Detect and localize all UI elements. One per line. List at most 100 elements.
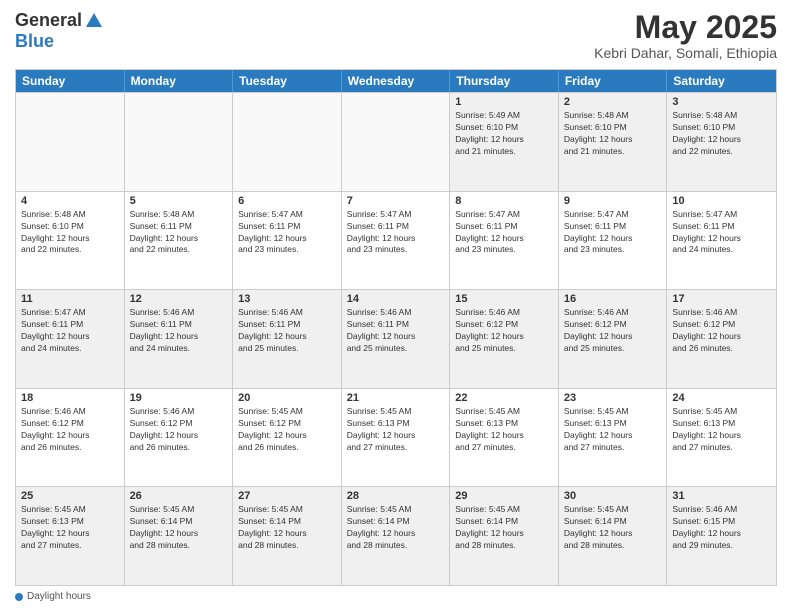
- day-number: 6: [238, 195, 336, 207]
- header-cell-wednesday: Wednesday: [342, 70, 451, 92]
- day-number: 11: [21, 293, 119, 305]
- logo-general: General: [15, 10, 82, 31]
- day-info: Sunrise: 5:46 AM Sunset: 6:12 PM Dayligh…: [672, 307, 771, 355]
- calendar-row-4: 18Sunrise: 5:46 AM Sunset: 6:12 PM Dayli…: [16, 388, 776, 487]
- day-number: 20: [238, 392, 336, 404]
- calendar-header-row: SundayMondayTuesdayWednesdayThursdayFrid…: [16, 70, 776, 92]
- day-info: Sunrise: 5:46 AM Sunset: 6:12 PM Dayligh…: [455, 307, 553, 355]
- day-info: Sunrise: 5:45 AM Sunset: 6:14 PM Dayligh…: [347, 504, 445, 552]
- day-number: 2: [564, 96, 662, 108]
- logo: General Blue: [15, 10, 104, 52]
- calendar-cell: 8 Sunrise: 5:47 AM Sunset: 6:11 PM Daylig…: [450, 192, 559, 290]
- calendar-cell: 30 Sunrise: 5:45 AM Sunset: 6:14 PM Dayli…: [559, 487, 668, 585]
- subtitle: Kebri Dahar, Somali, Ethiopia: [594, 45, 777, 61]
- day-info: Sunrise: 5:45 AM Sunset: 6:14 PM Dayligh…: [130, 504, 228, 552]
- day-info: Sunrise: 5:45 AM Sunset: 6:13 PM Dayligh…: [564, 406, 662, 454]
- calendar-cell: 19Sunrise: 5:46 AM Sunset: 6:12 PM Dayli…: [125, 389, 234, 487]
- day-number: 14: [347, 293, 445, 305]
- day-info: Sunrise: 5:47 AM Sunset: 6:11 PM Dayligh…: [347, 209, 445, 257]
- header: General Blue May 2025 Kebri Dahar, Somal…: [15, 10, 777, 61]
- calendar-cell: 3 Sunrise: 5:48 AM Sunset: 6:10 PM Daylig…: [667, 93, 776, 191]
- footer: Daylight hours: [15, 591, 777, 602]
- day-number: 10: [672, 195, 771, 207]
- footer-label: Daylight hours: [27, 591, 91, 602]
- calendar-row-5: 25Sunrise: 5:45 AM Sunset: 6:13 PM Dayli…: [16, 486, 776, 585]
- calendar-cell: 26 Sunrise: 5:45 AM Sunset: 6:14 PM Dayli…: [125, 487, 234, 585]
- header-cell-thursday: Thursday: [450, 70, 559, 92]
- day-number: 30: [564, 490, 662, 502]
- day-info: Sunrise: 5:46 AM Sunset: 6:11 PM Dayligh…: [347, 307, 445, 355]
- calendar-cell: 25Sunrise: 5:45 AM Sunset: 6:13 PM Dayli…: [16, 487, 125, 585]
- day-number: 1: [455, 96, 553, 108]
- calendar-cell: 2 Sunrise: 5:48 AM Sunset: 6:10 PM Daylig…: [559, 93, 668, 191]
- day-info: Sunrise: 5:47 AM Sunset: 6:11 PM Dayligh…: [238, 209, 336, 257]
- day-info: Sunrise: 5:46 AM Sunset: 6:12 PM Dayligh…: [564, 307, 662, 355]
- day-info: Sunrise: 5:46 AM Sunset: 6:12 PM Dayligh…: [21, 406, 119, 454]
- header-cell-tuesday: Tuesday: [233, 70, 342, 92]
- calendar-row-1: 1 Sunrise: 5:49 AM Sunset: 6:10 PM Daylig…: [16, 92, 776, 191]
- header-cell-monday: Monday: [125, 70, 234, 92]
- month-title: May 2025: [594, 10, 777, 45]
- day-number: 13: [238, 293, 336, 305]
- logo-blue: Blue: [15, 31, 54, 52]
- calendar-cell: 22 Sunrise: 5:45 AM Sunset: 6:13 PM Dayli…: [450, 389, 559, 487]
- day-number: 23: [564, 392, 662, 404]
- day-info: Sunrise: 5:46 AM Sunset: 6:11 PM Dayligh…: [238, 307, 336, 355]
- day-number: 9: [564, 195, 662, 207]
- day-info: Sunrise: 5:49 AM Sunset: 6:10 PM Dayligh…: [455, 110, 553, 158]
- calendar-cell: 7 Sunrise: 5:47 AM Sunset: 6:11 PM Daylig…: [342, 192, 451, 290]
- day-number: 25: [21, 490, 119, 502]
- day-info: Sunrise: 5:48 AM Sunset: 6:10 PM Dayligh…: [21, 209, 119, 257]
- calendar-row-2: 4 Sunrise: 5:48 AM Sunset: 6:10 PM Daylig…: [16, 191, 776, 290]
- calendar-cell: 1 Sunrise: 5:49 AM Sunset: 6:10 PM Daylig…: [450, 93, 559, 191]
- day-number: 19: [130, 392, 228, 404]
- day-number: 4: [21, 195, 119, 207]
- calendar-cell: [233, 93, 342, 191]
- day-info: Sunrise: 5:48 AM Sunset: 6:11 PM Dayligh…: [130, 209, 228, 257]
- calendar-cell: 10Sunrise: 5:47 AM Sunset: 6:11 PM Dayli…: [667, 192, 776, 290]
- calendar-cell: [16, 93, 125, 191]
- calendar-cell: 9 Sunrise: 5:47 AM Sunset: 6:11 PM Daylig…: [559, 192, 668, 290]
- day-number: 12: [130, 293, 228, 305]
- day-number: 26: [130, 490, 228, 502]
- day-number: 5: [130, 195, 228, 207]
- day-info: Sunrise: 5:46 AM Sunset: 6:15 PM Dayligh…: [672, 504, 771, 552]
- day-info: Sunrise: 5:45 AM Sunset: 6:13 PM Dayligh…: [455, 406, 553, 454]
- day-info: Sunrise: 5:47 AM Sunset: 6:11 PM Dayligh…: [564, 209, 662, 257]
- calendar-cell: 14 Sunrise: 5:46 AM Sunset: 6:11 PM Dayli…: [342, 290, 451, 388]
- day-number: 27: [238, 490, 336, 502]
- day-number: 22: [455, 392, 553, 404]
- page: General Blue May 2025 Kebri Dahar, Somal…: [0, 0, 792, 612]
- day-number: 17: [672, 293, 771, 305]
- calendar-cell: 29Sunrise: 5:45 AM Sunset: 6:14 PM Dayli…: [450, 487, 559, 585]
- calendar-cell: 12 Sunrise: 5:46 AM Sunset: 6:11 PM Dayli…: [125, 290, 234, 388]
- day-info: Sunrise: 5:45 AM Sunset: 6:13 PM Dayligh…: [672, 406, 771, 454]
- day-info: Sunrise: 5:45 AM Sunset: 6:14 PM Dayligh…: [455, 504, 553, 552]
- calendar-cell: 4 Sunrise: 5:48 AM Sunset: 6:10 PM Daylig…: [16, 192, 125, 290]
- day-info: Sunrise: 5:45 AM Sunset: 6:14 PM Dayligh…: [564, 504, 662, 552]
- calendar-cell: 27Sunrise: 5:45 AM Sunset: 6:14 PM Dayli…: [233, 487, 342, 585]
- header-cell-sunday: Sunday: [16, 70, 125, 92]
- day-number: 8: [455, 195, 553, 207]
- day-info: Sunrise: 5:46 AM Sunset: 6:11 PM Dayligh…: [130, 307, 228, 355]
- header-cell-saturday: Saturday: [667, 70, 776, 92]
- calendar-cell: 20Sunrise: 5:45 AM Sunset: 6:12 PM Dayli…: [233, 389, 342, 487]
- calendar-cell: 6 Sunrise: 5:47 AM Sunset: 6:11 PM Daylig…: [233, 192, 342, 290]
- day-number: 24: [672, 392, 771, 404]
- day-number: 28: [347, 490, 445, 502]
- logo-icon: [84, 11, 104, 31]
- calendar-row-3: 11 Sunrise: 5:47 AM Sunset: 6:11 PM Dayli…: [16, 289, 776, 388]
- day-info: Sunrise: 5:47 AM Sunset: 6:11 PM Dayligh…: [21, 307, 119, 355]
- day-number: 31: [672, 490, 771, 502]
- calendar-cell: 21Sunrise: 5:45 AM Sunset: 6:13 PM Dayli…: [342, 389, 451, 487]
- day-number: 7: [347, 195, 445, 207]
- calendar-cell: 23 Sunrise: 5:45 AM Sunset: 6:13 PM Dayli…: [559, 389, 668, 487]
- day-number: 3: [672, 96, 771, 108]
- calendar-body: 1 Sunrise: 5:49 AM Sunset: 6:10 PM Daylig…: [16, 92, 776, 585]
- title-block: May 2025 Kebri Dahar, Somali, Ethiopia: [594, 10, 777, 61]
- day-info: Sunrise: 5:48 AM Sunset: 6:10 PM Dayligh…: [672, 110, 771, 158]
- day-info: Sunrise: 5:47 AM Sunset: 6:11 PM Dayligh…: [455, 209, 553, 257]
- calendar: SundayMondayTuesdayWednesdayThursdayFrid…: [15, 69, 777, 586]
- calendar-cell: 28 Sunrise: 5:45 AM Sunset: 6:14 PM Dayli…: [342, 487, 451, 585]
- day-info: Sunrise: 5:48 AM Sunset: 6:10 PM Dayligh…: [564, 110, 662, 158]
